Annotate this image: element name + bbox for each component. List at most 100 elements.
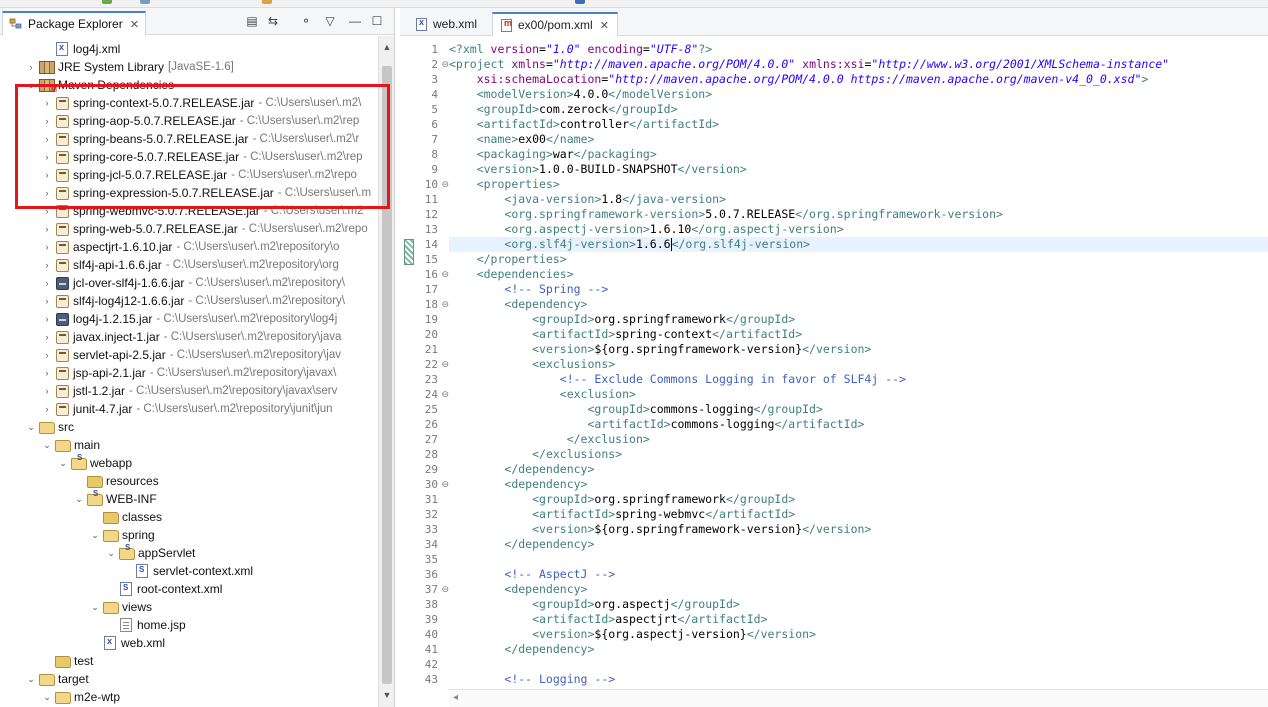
code-line[interactable]: <java-version>1.8</java-version> bbox=[449, 192, 1268, 207]
code-line[interactable]: <!-- Logging --> bbox=[449, 672, 1268, 687]
code-line[interactable]: <exclusion> bbox=[449, 387, 1268, 402]
code-line[interactable]: <dependencies> bbox=[449, 267, 1268, 282]
tree-item[interactable]: resources bbox=[0, 472, 378, 490]
filters-icon[interactable]: ⚬ bbox=[299, 15, 313, 28]
tree-item[interactable]: ⌄ m2e-wtp bbox=[0, 688, 378, 706]
code-line[interactable]: <properties> bbox=[449, 177, 1268, 192]
tree-item[interactable]: ⌄ webapp bbox=[0, 453, 378, 472]
tree-item[interactable]: ⌄ src bbox=[0, 418, 378, 436]
tree-item[interactable]: classes bbox=[0, 508, 378, 526]
editor-horizontal-scrollbar[interactable]: ◂ bbox=[449, 689, 1268, 707]
code-line[interactable]: <project xmlns="http://maven.apache.org/… bbox=[449, 57, 1268, 72]
toolbar-debug-icon[interactable] bbox=[140, 0, 150, 4]
fold-toggle-icon[interactable]: ⊖ bbox=[441, 267, 449, 282]
tree-item[interactable]: › JRE System Library [JavaSE-1.6] bbox=[0, 58, 378, 76]
code-line[interactable]: <dependency> bbox=[449, 297, 1268, 312]
code-line[interactable]: <version>${org.springframework-version}<… bbox=[449, 342, 1268, 357]
fold-toggle-icon[interactable]: ⊖ bbox=[441, 177, 449, 192]
code-line[interactable]: <version>1.0.0-BUILD-SNAPSHOT</version> bbox=[449, 162, 1268, 177]
tree-item[interactable]: ⌄ Maven Dependencies bbox=[0, 76, 378, 94]
code-line[interactable]: <artifactId>spring-context</artifactId> bbox=[449, 327, 1268, 342]
tree-item[interactable]: › javax.inject-1.jar - C:\Users\user\.m2\r… bbox=[0, 328, 378, 346]
scroll-left-icon[interactable]: ◂ bbox=[453, 692, 458, 703]
tree-item[interactable]: › spring-beans-5.0.7.RELEASE.jar - C:\User… bbox=[0, 130, 378, 148]
expand-toggle-chevron-icon[interactable]: ⌄ bbox=[25, 421, 37, 433]
code-line[interactable]: <packaging>war</packaging> bbox=[449, 147, 1268, 162]
code-line[interactable]: <artifactId>commons-logging</artifactId> bbox=[449, 417, 1268, 432]
code-area[interactable]: <?xml version="1.0" encoding="UTF-8"?> <p… bbox=[449, 37, 1268, 687]
tree-item[interactable]: › spring-web-5.0.7.RELEASE.jar - C:\Users\… bbox=[0, 220, 378, 238]
code-line[interactable]: <!-- AspectJ --> bbox=[449, 567, 1268, 582]
code-line[interactable]: <org.aspectj-version>1.6.10</org.aspectj… bbox=[449, 222, 1268, 237]
tree-item[interactable]: ⌄ target bbox=[0, 670, 378, 688]
code-line[interactable]: <org.slf4j-version>1.6.6</org.slf4j-vers… bbox=[449, 237, 1268, 252]
expand-toggle-chevron-icon[interactable]: ⌄ bbox=[73, 493, 85, 505]
code-line[interactable]: <groupId>org.springframework</groupId> bbox=[449, 312, 1268, 327]
close-icon[interactable]: ✕ bbox=[600, 19, 609, 32]
code-line[interactable]: xsi:schemaLocation="http://maven.apache.… bbox=[449, 72, 1268, 87]
tree-item[interactable]: servlet-context.xml bbox=[0, 562, 378, 580]
tree-item[interactable]: › jsp-api-2.1.jar - C:\Users\user\.m2\repo… bbox=[0, 364, 378, 382]
expand-toggle-chevron-icon[interactable]: ⌄ bbox=[89, 601, 101, 613]
code-line[interactable]: <version>${org.aspectj-version}</version… bbox=[449, 627, 1268, 642]
toolbar-run-icon[interactable] bbox=[102, 0, 112, 4]
expand-toggle-chevron-icon[interactable]: › bbox=[41, 277, 53, 289]
expand-toggle-chevron-icon[interactable]: › bbox=[41, 367, 53, 379]
expand-toggle-chevron-icon[interactable]: ⌄ bbox=[41, 691, 53, 703]
tree-item[interactable]: test bbox=[0, 652, 378, 670]
expand-toggle-chevron-icon[interactable]: › bbox=[41, 97, 53, 109]
link-with-editor-icon[interactable]: ⇆ bbox=[266, 15, 280, 28]
tree-item[interactable]: › spring-webmvc-5.0.7.RELEASE.jar - C:\Use… bbox=[0, 202, 378, 220]
code-line[interactable]: <exclusions> bbox=[449, 357, 1268, 372]
expand-toggle-chevron-icon[interactable]: › bbox=[41, 349, 53, 361]
code-line[interactable]: <org.springframework-version>5.0.7.RELEA… bbox=[449, 207, 1268, 222]
scroll-down-icon[interactable]: ▼ bbox=[382, 690, 392, 700]
code-line[interactable]: <!-- Exclude Commons Logging in favor of… bbox=[449, 372, 1268, 387]
code-line[interactable] bbox=[449, 552, 1268, 567]
tree-item[interactable]: › aspectjrt-1.6.10.jar - C:\Users\user\.m2… bbox=[0, 238, 378, 256]
expand-toggle-chevron-icon[interactable]: › bbox=[41, 115, 53, 127]
tree-item[interactable]: › spring-core-5.0.7.RELEASE.jar - C:\Users… bbox=[0, 148, 378, 166]
code-line[interactable]: </properties> bbox=[449, 252, 1268, 267]
expand-toggle-chevron-icon[interactable]: › bbox=[41, 313, 53, 325]
fold-toggle-icon[interactable]: ⊖ bbox=[441, 57, 449, 72]
toolbar-search-icon[interactable] bbox=[575, 0, 585, 4]
expand-toggle-chevron-icon[interactable]: ⌄ bbox=[41, 439, 53, 451]
code-line[interactable]: <dependency> bbox=[449, 477, 1268, 492]
tree-item[interactable]: › spring-expression-5.0.7.RELEASE.jar - C:… bbox=[0, 184, 378, 202]
scrollbar-thumb[interactable] bbox=[382, 66, 392, 684]
code-line[interactable]: <groupId>commons-logging</groupId> bbox=[449, 402, 1268, 417]
code-line[interactable]: <modelVersion>4.0.0</modelVersion> bbox=[449, 87, 1268, 102]
tree-item[interactable]: › spring-jcl-5.0.7.RELEASE.jar - C:\Users\… bbox=[0, 166, 378, 184]
tree-item[interactable]: ⌄ WEB-INF bbox=[0, 489, 378, 508]
scroll-up-icon[interactable]: ▲ bbox=[382, 42, 392, 52]
tree-item[interactable]: › spring-aop-5.0.7.RELEASE.jar - C:\Users\… bbox=[0, 112, 378, 130]
fold-toggle-icon[interactable]: ⊖ bbox=[441, 477, 449, 492]
code-line[interactable]: <dependency> bbox=[449, 582, 1268, 597]
code-line[interactable]: <groupId>org.aspectj</groupId> bbox=[449, 597, 1268, 612]
tree-item[interactable]: ⌄ appServlet bbox=[0, 543, 378, 562]
close-icon[interactable]: ✕ bbox=[130, 18, 139, 31]
expand-toggle-chevron-icon[interactable]: › bbox=[41, 187, 53, 199]
code-line[interactable]: </dependency> bbox=[449, 642, 1268, 657]
code-line[interactable]: <name>ex00</name> bbox=[449, 132, 1268, 147]
tree-item[interactable]: › slf4j-log4j12-1.6.6.jar - C:\Users\user\… bbox=[0, 292, 378, 310]
expand-toggle-chevron-icon[interactable]: › bbox=[41, 259, 53, 271]
expand-toggle-chevron-icon[interactable]: › bbox=[41, 205, 53, 217]
expand-toggle-chevron-icon[interactable]: › bbox=[41, 151, 53, 163]
tree-vertical-scrollbar[interactable]: ▲ ▼ bbox=[378, 36, 394, 707]
tree-item[interactable]: › slf4j-api-1.6.6.jar - C:\Users\user\.m2\… bbox=[0, 256, 378, 274]
expand-toggle-chevron-icon[interactable]: › bbox=[41, 385, 53, 397]
expand-toggle-chevron-icon[interactable]: › bbox=[41, 331, 53, 343]
expand-toggle-chevron-icon[interactable]: › bbox=[41, 133, 53, 145]
code-line[interactable]: <groupId>org.springframework</groupId> bbox=[449, 492, 1268, 507]
tree-item[interactable]: log4j.xml bbox=[0, 40, 378, 58]
maximize-icon[interactable]: ☐ bbox=[370, 15, 384, 28]
tree-item[interactable]: ⌄ main bbox=[0, 436, 378, 454]
expand-toggle-chevron-icon[interactable]: › bbox=[41, 241, 53, 253]
minimize-icon[interactable]: — bbox=[348, 15, 362, 28]
editor-tab[interactable]: ex00/pom.xml ✕ bbox=[492, 12, 618, 36]
collapse-all-icon[interactable]: ▤ bbox=[245, 15, 259, 28]
tree-item[interactable]: › log4j-1.2.15.jar - C:\Users\user\.m2\rep… bbox=[0, 310, 378, 328]
tree-item[interactable]: › spring-context-5.0.7.RELEASE.jar - C:\Us… bbox=[0, 94, 378, 112]
